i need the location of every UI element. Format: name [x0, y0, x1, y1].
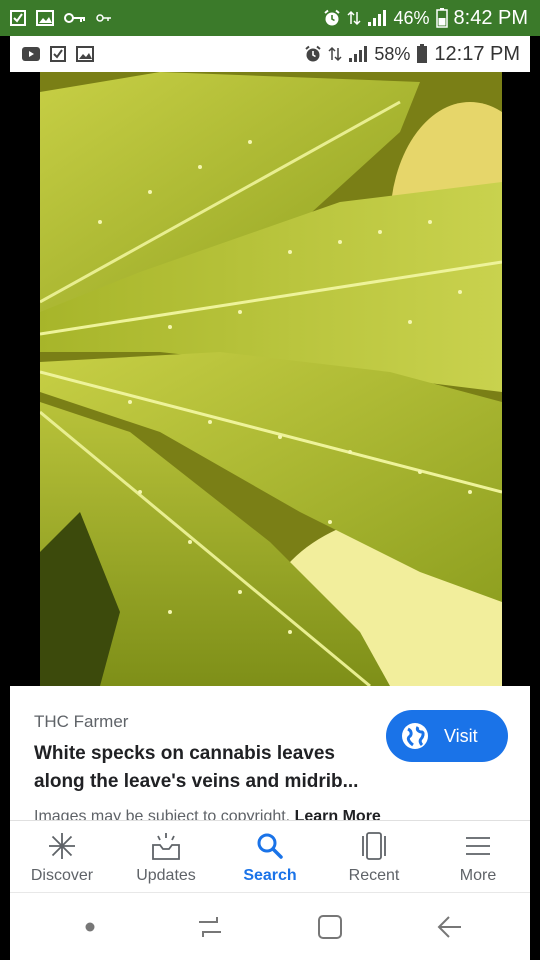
back-arrow-icon: [437, 915, 461, 938]
alarm-icon: [304, 45, 322, 63]
signal-icon: [348, 45, 368, 63]
leaf-photo-illustration: [40, 72, 502, 686]
data-transfer-icon: [328, 45, 342, 63]
menu-icon: [463, 829, 493, 863]
bottom-navigation: Discover Updates Search Recent More: [10, 820, 530, 892]
nav-label: Discover: [30, 866, 94, 884]
nav-recent[interactable]: Recent: [324, 829, 424, 885]
signal-icon: [367, 9, 387, 27]
outer-status-left: [10, 10, 112, 26]
result-source[interactable]: THC Farmer: [34, 712, 128, 732]
home-button[interactable]: [300, 907, 360, 947]
battery-icon: [435, 8, 448, 28]
nav-label: Updates: [136, 866, 196, 884]
data-transfer-icon: [347, 9, 362, 27]
inbox-icon: [150, 829, 182, 863]
result-title[interactable]: White specks on cannabis leaves along th…: [34, 740, 374, 796]
nav-search[interactable]: Search: [220, 829, 320, 885]
outer-clock: 8:42 PM: [453, 6, 528, 29]
nav-label: Search: [243, 866, 297, 884]
visit-label: Visit: [444, 725, 478, 746]
inner-status-right: 58% 12:17 PM: [304, 43, 520, 66]
globe-icon: [400, 721, 430, 751]
inner-battery-percent: 58%: [374, 43, 411, 64]
recent-apps-icon: [199, 916, 221, 937]
outer-status-right: 46% 8:42 PM: [323, 7, 528, 30]
inner-status-bar: 58% 12:17 PM: [10, 36, 530, 72]
result-title-line: White specks on cannabis leaves: [34, 743, 335, 764]
nav-more[interactable]: More: [428, 829, 528, 885]
image-letterbox-left: [10, 72, 40, 686]
recent-cards-icon: [358, 829, 390, 863]
outer-battery-percent: 46%: [393, 7, 430, 28]
result-image[interactable]: [40, 72, 502, 686]
visit-button[interactable]: Visit: [386, 710, 508, 762]
assistant-dot-button[interactable]: [60, 907, 120, 947]
image-notification-icon: [76, 46, 94, 62]
checkbox-notification-icon: [10, 10, 26, 26]
battery-icon: [416, 44, 428, 64]
image-letterbox-right: [502, 72, 530, 686]
nav-updates[interactable]: Updates: [116, 829, 216, 885]
alarm-icon: [323, 9, 341, 27]
result-title-line: along the leave's veins and midrib...: [34, 771, 359, 792]
key-small-icon: [96, 13, 112, 23]
checkbox-notification-icon: [50, 46, 66, 62]
image-notification-icon: [36, 10, 54, 26]
inner-clock: 12:17 PM: [434, 42, 520, 65]
nav-label: More: [459, 866, 497, 884]
home-square-icon: [318, 914, 342, 939]
asterisk-icon: [47, 829, 77, 863]
key-icon: [64, 11, 86, 25]
back-button[interactable]: [420, 907, 480, 947]
recent-apps-button[interactable]: [180, 907, 240, 947]
system-navigation-bar: [10, 892, 530, 960]
result-info-card: THC Farmer White specks on cannabis leav…: [10, 686, 530, 825]
dot-icon: [85, 922, 95, 931]
outer-status-bar: 46% 8:42 PM: [0, 0, 540, 36]
nav-discover[interactable]: Discover: [12, 829, 112, 885]
youtube-icon: [22, 47, 40, 61]
inner-status-left: [22, 46, 94, 62]
search-icon: [255, 829, 285, 863]
nav-label: Recent: [348, 866, 400, 884]
